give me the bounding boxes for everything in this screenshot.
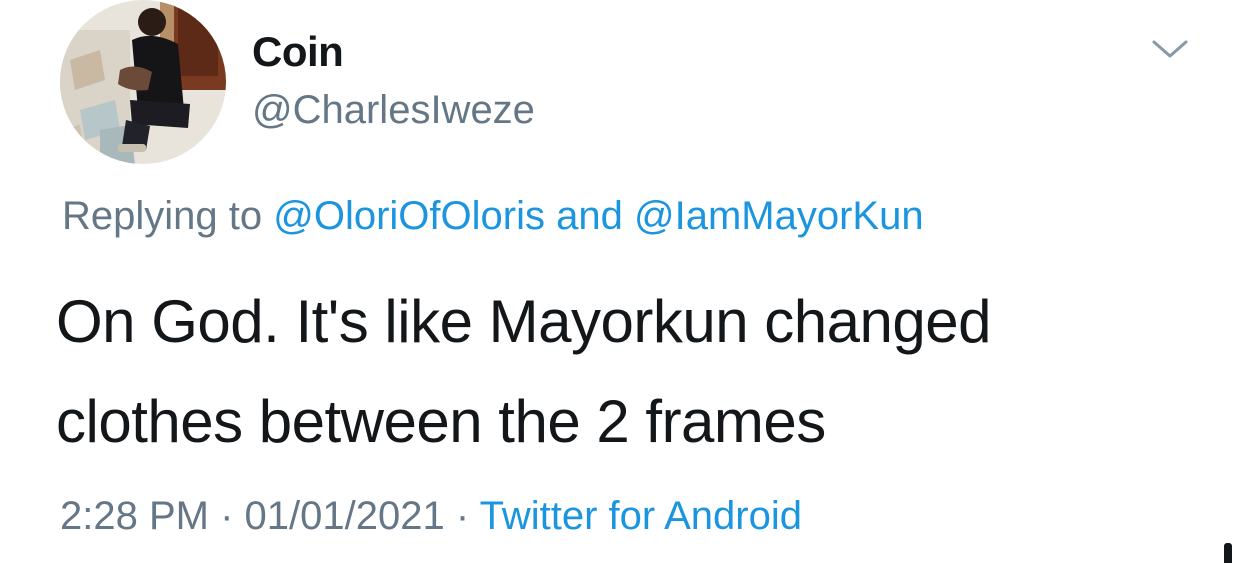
tweet-text: On God. It's like Mayorkun changed cloth… bbox=[56, 288, 991, 455]
avatar-photo bbox=[60, 0, 226, 164]
author-display-name[interactable]: Coin bbox=[252, 28, 344, 76]
mention-link-iammayorkun[interactable]: @IamMayorKun bbox=[634, 194, 924, 238]
replying-to-line: Replying to @OloriOfOloris and @IamMayor… bbox=[62, 194, 924, 239]
meta-separator: · bbox=[220, 494, 234, 538]
mention-joiner: and bbox=[556, 194, 623, 238]
meta-separator: · bbox=[455, 494, 470, 538]
tweet-date: 01/01/2021 bbox=[244, 494, 445, 538]
tweet-meta: 2:28 PM · 01/01/2021 · Twitter for Andro… bbox=[60, 494, 802, 539]
author-avatar[interactable] bbox=[60, 0, 226, 164]
mention-link-oloriofoloris[interactable]: @OloriOfOloris bbox=[273, 194, 545, 238]
tweet-source-link[interactable]: Twitter for Android bbox=[480, 494, 802, 538]
chevron-down-icon[interactable] bbox=[1150, 34, 1190, 64]
replying-to-label: Replying to bbox=[62, 194, 263, 238]
scroll-indicator bbox=[1224, 543, 1232, 563]
tweet-time: 2:28 PM bbox=[60, 494, 209, 538]
author-handle[interactable]: @CharlesIweze bbox=[252, 88, 535, 133]
